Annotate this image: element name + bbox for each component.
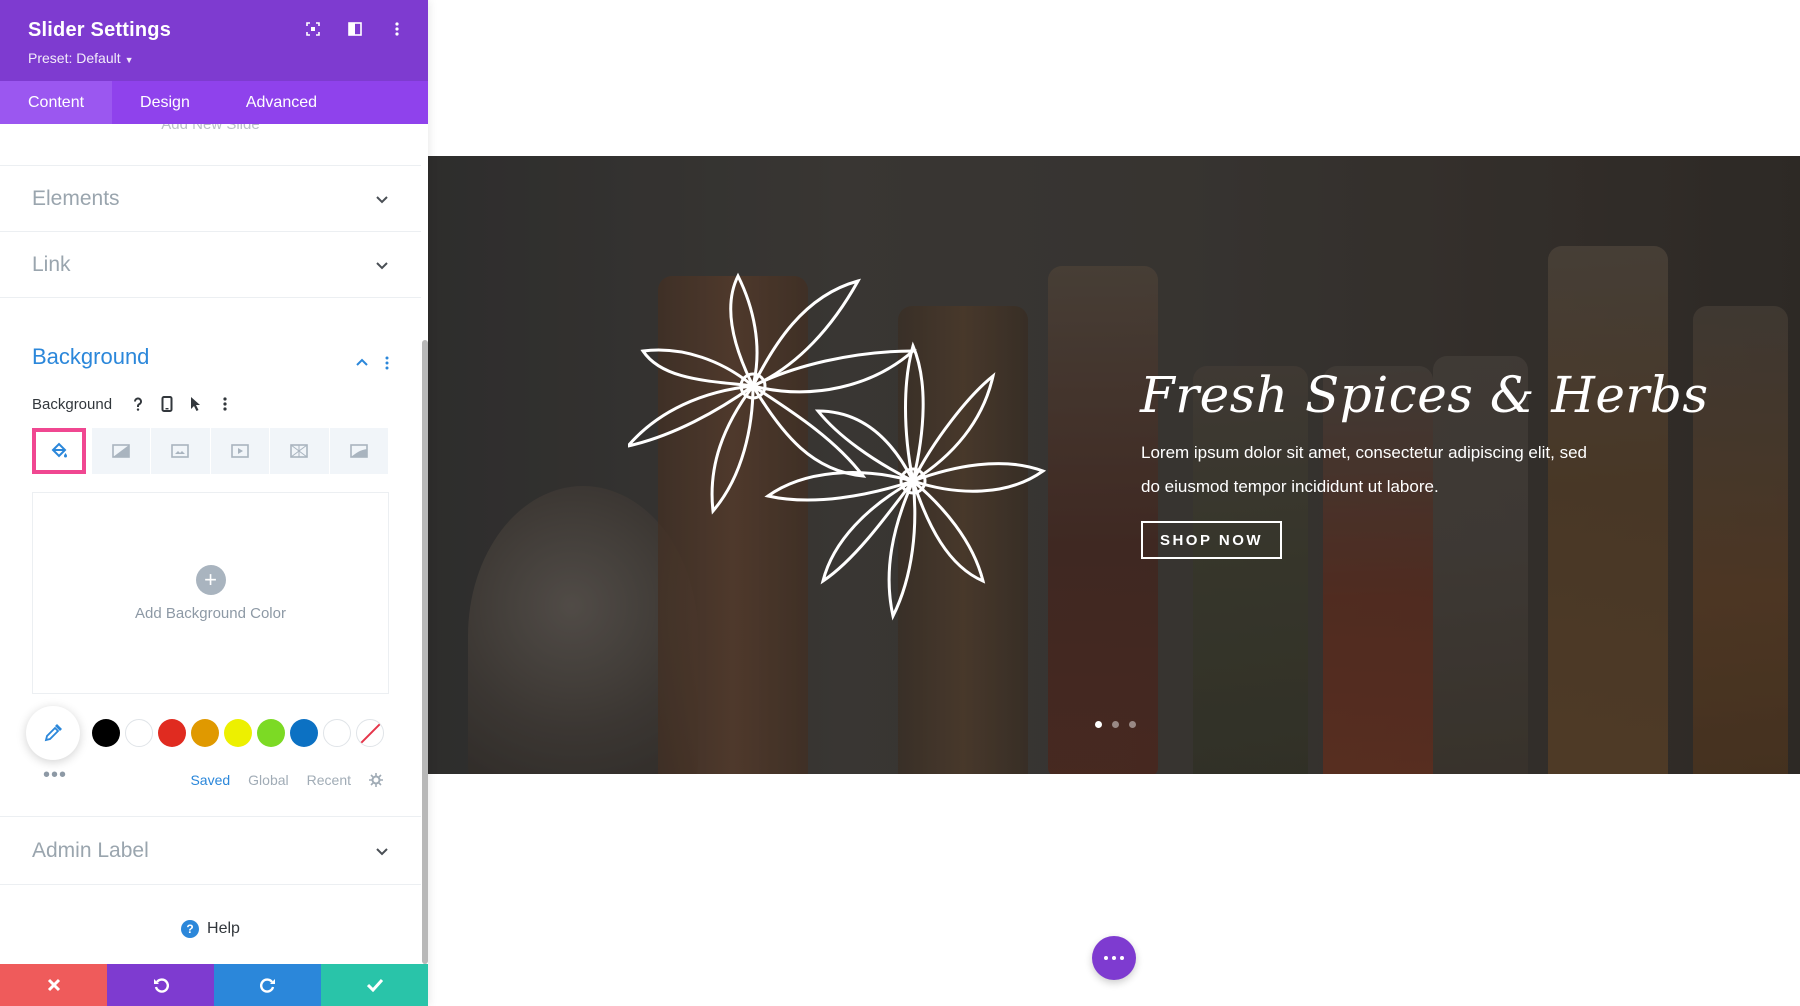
add-background-color[interactable]: + Add Background Color (32, 492, 389, 694)
caret-down-icon: ▼ (124, 55, 134, 65)
add-new-slide-label: Add New Slide (161, 124, 260, 133)
help-icon[interactable] (129, 395, 147, 413)
save-button[interactable] (321, 964, 428, 1006)
more-options-icon[interactable] (388, 20, 406, 38)
mask-icon (349, 444, 368, 458)
help-label: Help (207, 920, 240, 937)
question-circle-icon: ? (181, 920, 200, 938)
swatch-black[interactable] (92, 719, 120, 747)
chevron-up-icon[interactable] (355, 356, 369, 370)
bg-type-mask[interactable] (329, 428, 390, 474)
dot-icon (1112, 956, 1116, 960)
check-icon (366, 978, 383, 992)
swatch-green[interactable] (257, 719, 285, 747)
eyedropper-icon[interactable] (26, 706, 80, 760)
bg-type-pattern[interactable] (270, 428, 330, 474)
undo-button[interactable] (107, 964, 214, 1006)
palette-tab-global[interactable]: Global (248, 772, 288, 788)
page-canvas: Fresh Spices & Herbs Lorem ipsum dolor s… (428, 0, 1800, 1006)
slide-dot-1[interactable] (1095, 721, 1102, 728)
panel-tabs: Content Design Advanced (0, 81, 428, 124)
gradient-icon (112, 444, 130, 458)
swatch-white[interactable] (125, 719, 153, 747)
add-new-slide-row[interactable]: Add New Slide (0, 124, 421, 166)
palette-tab-saved[interactable]: Saved (190, 772, 230, 788)
video-icon (230, 444, 249, 458)
chevron-down-icon (376, 847, 388, 855)
panel-scrollbar[interactable] (422, 340, 428, 964)
swatch-yellow[interactable] (224, 719, 252, 747)
slide-dot-3[interactable] (1129, 721, 1136, 728)
swatch-blue[interactable] (290, 719, 318, 747)
add-background-color-label: Add Background Color (135, 604, 286, 622)
more-swatches-icon[interactable]: ••• (43, 764, 83, 787)
dot-icon (1104, 956, 1108, 960)
slider-pagination (1095, 721, 1136, 728)
tab-advanced[interactable]: Advanced (218, 81, 345, 124)
tab-design[interactable]: Design (112, 81, 218, 124)
chevron-down-icon (376, 195, 388, 203)
panel-body: Add New Slide Elements Link Background B… (0, 124, 421, 964)
cursor-hover-icon[interactable] (187, 395, 205, 413)
cancel-button[interactable] (0, 964, 107, 1006)
slider-module[interactable]: Fresh Spices & Herbs Lorem ipsum dolor s… (428, 156, 1800, 774)
section-link[interactable]: Link (0, 232, 421, 298)
panel-header: Slider Settings Preset: Default ▼ (0, 0, 428, 81)
swatch-orange[interactable] (191, 719, 219, 747)
bg-type-video[interactable] (210, 428, 271, 474)
color-swatches (26, 706, 389, 760)
section-title-elements: Elements (32, 186, 120, 210)
swatch-red[interactable] (158, 719, 186, 747)
slide-title: Fresh Spices & Herbs (1140, 366, 1709, 424)
preset-selector[interactable]: Preset: Default ▼ (28, 50, 428, 66)
chevron-down-icon (376, 261, 388, 269)
redo-icon (259, 978, 275, 993)
bg-type-image[interactable] (151, 428, 211, 474)
page-settings-button[interactable] (1092, 936, 1136, 980)
section-title-background: Background (32, 344, 150, 369)
field-menu-icon[interactable] (216, 395, 234, 413)
preset-label: Preset: Default (28, 50, 121, 66)
mobile-icon[interactable] (158, 395, 176, 413)
bg-type-gradient[interactable] (91, 428, 152, 474)
shop-now-button[interactable]: SHOP NOW (1141, 521, 1282, 559)
fullscreen-icon[interactable] (304, 20, 322, 38)
section-title-admin-label: Admin Label (32, 838, 149, 862)
gear-icon[interactable] (369, 773, 383, 787)
close-icon (47, 978, 60, 992)
section-title-link: Link (32, 252, 71, 276)
split-view-icon[interactable] (346, 20, 364, 38)
background-section-header[interactable]: Background (32, 298, 389, 378)
swatch-white-2[interactable] (323, 719, 351, 747)
swatch-clear[interactable] (356, 719, 384, 747)
panel-footer (0, 964, 428, 1006)
help-link[interactable]: ? Help (0, 885, 421, 964)
section-background: Background Background + Add Background C… (0, 298, 421, 817)
pattern-icon (290, 444, 309, 458)
background-type-tabs (32, 428, 390, 474)
paint-bucket-icon (51, 442, 67, 458)
bg-type-color[interactable] (32, 428, 86, 474)
tab-content[interactable]: Content (0, 81, 113, 124)
background-field-label: Background (32, 395, 113, 413)
section-menu-icon[interactable] (385, 356, 389, 370)
settings-panel: Slider Settings Preset: Default ▼ Content… (0, 0, 428, 1006)
redo-button[interactable] (214, 964, 321, 1006)
section-elements[interactable]: Elements (0, 166, 421, 232)
star-anise-illustration (628, 272, 1047, 621)
undo-icon (153, 978, 169, 993)
dot-icon (1120, 956, 1124, 960)
section-admin-label[interactable]: Admin Label (0, 817, 421, 885)
slide-body-text: Lorem ipsum dolor sit amet, consectetur … (1141, 443, 1587, 496)
slide-dot-2[interactable] (1112, 721, 1119, 728)
image-icon (171, 444, 190, 458)
palette-tab-recent[interactable]: Recent (307, 772, 351, 788)
plus-icon: + (195, 564, 226, 595)
